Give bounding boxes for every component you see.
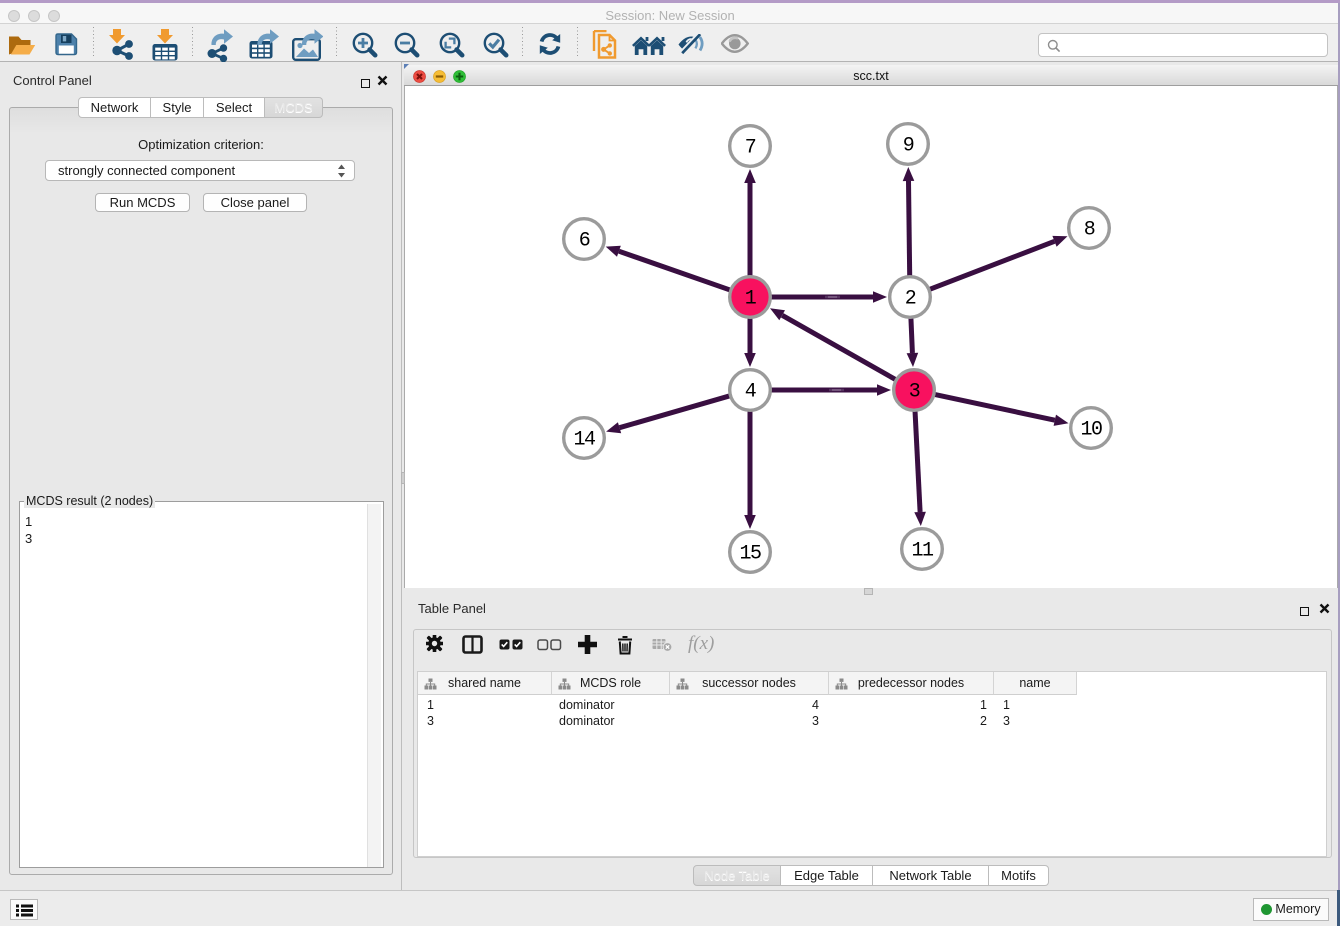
svg-text:1: 1 — [745, 288, 757, 311]
svg-text:2: 2 — [905, 288, 916, 311]
svg-text:15: 15 — [739, 543, 761, 566]
svg-text:3: 3 — [909, 381, 920, 404]
svg-text:14: 14 — [573, 429, 595, 452]
svg-text:4: 4 — [745, 381, 756, 404]
svg-text:11: 11 — [911, 540, 934, 563]
svg-text:6: 6 — [579, 230, 590, 253]
svg-text:8: 8 — [1084, 219, 1095, 242]
svg-text:9: 9 — [903, 135, 914, 158]
svg-text:7: 7 — [745, 137, 756, 160]
svg-text:10: 10 — [1080, 419, 1102, 442]
